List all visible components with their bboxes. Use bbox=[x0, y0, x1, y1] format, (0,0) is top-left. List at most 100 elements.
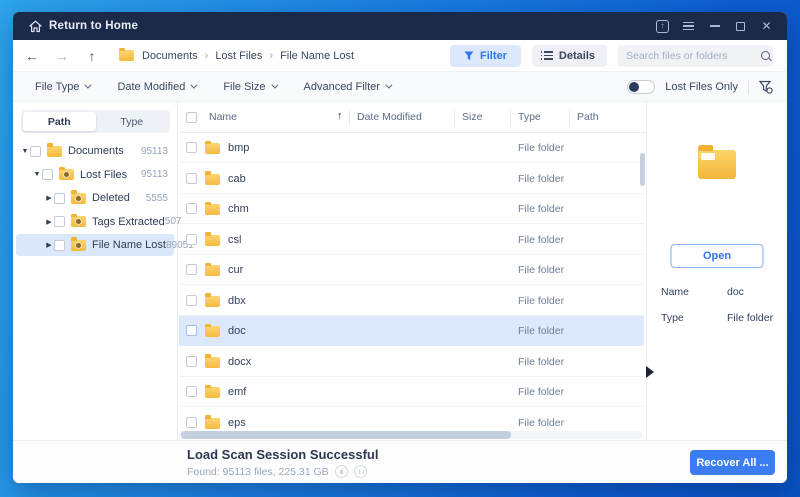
breadcrumb-item[interactable]: Documents bbox=[142, 50, 198, 62]
horizontal-scrollbar-thumb[interactable] bbox=[181, 431, 511, 439]
details-button[interactable]: Details bbox=[531, 44, 607, 67]
lost-files-only-toggle[interactable] bbox=[627, 79, 656, 94]
tree-checkbox[interactable] bbox=[54, 216, 65, 227]
collapse-arrow-icon[interactable]: ▶ bbox=[44, 194, 54, 202]
collapse-arrow-icon[interactable]: ▶ bbox=[44, 218, 54, 226]
up-button[interactable]: ↑ bbox=[77, 48, 107, 64]
expand-arrow-icon[interactable]: ▼ bbox=[20, 148, 30, 155]
tree-item-lost-files[interactable]: ▼ Lost Files 95113 bbox=[16, 164, 174, 186]
row-checkbox[interactable] bbox=[186, 264, 197, 275]
row-checkbox[interactable] bbox=[186, 233, 197, 245]
cell-name: doc bbox=[228, 325, 246, 337]
tree-item-tags-extracted[interactable]: ▶ Tags Extracted 507 bbox=[16, 211, 181, 233]
sidebar-tab-path[interactable]: Path bbox=[23, 112, 96, 131]
breadcrumb-folder-icon bbox=[119, 47, 134, 61]
cell-name: dbx bbox=[228, 294, 246, 307]
sidebar-tab-type[interactable]: Type bbox=[96, 112, 169, 131]
tree-checkbox[interactable] bbox=[54, 239, 65, 251]
table-row[interactable]: chm File folder bbox=[179, 194, 644, 224]
breadcrumb-item[interactable]: File Name Lost bbox=[280, 50, 354, 62]
folder-icon bbox=[205, 171, 220, 185]
folder-icon bbox=[205, 262, 220, 276]
table-row[interactable]: cab File folder bbox=[179, 164, 644, 194]
table-body: bmp File folder cab File folder chm File… bbox=[179, 133, 646, 440]
cell-name: chm bbox=[228, 203, 249, 215]
row-checkbox[interactable] bbox=[186, 142, 197, 153]
table-header: Name ↑ Date Modified Size Type Path bbox=[179, 102, 646, 133]
preview-folder-icon bbox=[698, 145, 736, 179]
row-checkbox[interactable] bbox=[186, 416, 197, 428]
search-icon[interactable] bbox=[761, 51, 770, 60]
status-bar: Load Scan Session Successful Found: 9511… bbox=[13, 440, 787, 483]
sort-ascending-icon[interactable]: ↑ bbox=[337, 110, 343, 122]
folder-icon bbox=[205, 140, 220, 154]
filter-dropdown[interactable]: Advanced Filter bbox=[304, 81, 393, 93]
close-icon[interactable]: ✕ bbox=[760, 19, 773, 33]
column-header-size[interactable]: Size bbox=[462, 111, 482, 123]
forward-button[interactable]: → bbox=[47, 48, 77, 64]
tree-checkbox[interactable] bbox=[54, 192, 65, 204]
tree-checkbox[interactable] bbox=[30, 145, 41, 157]
search-input[interactable] bbox=[626, 49, 761, 62]
row-checkbox[interactable] bbox=[186, 325, 197, 336]
collapse-panel-handle[interactable] bbox=[646, 366, 654, 378]
table-row[interactable]: csl File folder bbox=[179, 225, 644, 255]
row-checkbox[interactable] bbox=[186, 355, 197, 367]
maximize-icon[interactable] bbox=[734, 20, 747, 33]
open-button[interactable]: Open bbox=[670, 244, 764, 268]
recover-all-button[interactable]: Recover All ... bbox=[690, 450, 775, 475]
chevron-down-icon bbox=[270, 81, 278, 89]
collapse-arrow-icon[interactable]: ▶ bbox=[44, 241, 54, 249]
search-box[interactable] bbox=[618, 44, 773, 67]
table-row[interactable]: doc File folder bbox=[179, 316, 644, 346]
table-row[interactable]: cur File folder bbox=[179, 255, 644, 285]
tree-item-file-name-lost[interactable]: ▶ File Name Lost 89051 bbox=[16, 234, 194, 256]
minimize-icon[interactable] bbox=[708, 20, 721, 33]
clear-filter-icon[interactable] bbox=[759, 80, 773, 94]
toggle-knob bbox=[629, 81, 640, 92]
navigation-bar: ← → ↑ Documents › Lost Files › File Name Los… bbox=[13, 40, 787, 72]
row-checkbox[interactable] bbox=[186, 172, 197, 184]
pause-scan-icon[interactable] bbox=[353, 465, 367, 478]
title-bar: Return to Home ↑ ✕ bbox=[13, 12, 787, 40]
detail-fields: Name doc Type File folder bbox=[661, 286, 779, 338]
tree-checkbox[interactable] bbox=[42, 169, 53, 180]
filter-dropdown[interactable]: File Type bbox=[35, 81, 92, 93]
column-header-type[interactable]: Type bbox=[518, 111, 541, 123]
tree-item-deleted[interactable]: ▶ Deleted 5555 bbox=[16, 187, 174, 209]
table-row[interactable]: emf File folder bbox=[179, 377, 644, 407]
tree-item-count: 5555 bbox=[145, 192, 168, 204]
filter-dropdown[interactable]: File Size bbox=[223, 81, 278, 93]
table-row[interactable]: bmp File folder bbox=[179, 133, 644, 163]
filter-dropdown[interactable]: Date Modified bbox=[117, 81, 198, 93]
tags-badge bbox=[75, 218, 82, 225]
detail-field-label: Type bbox=[661, 312, 684, 324]
column-header-path[interactable]: Path bbox=[577, 111, 599, 123]
folder-icon bbox=[205, 354, 220, 368]
column-header-name[interactable]: Name bbox=[209, 111, 237, 123]
row-checkbox[interactable] bbox=[186, 203, 197, 214]
breadcrumb-item[interactable]: Lost Files bbox=[215, 50, 262, 62]
folder-icon bbox=[59, 166, 74, 180]
tree-item-documents[interactable]: ▼ Documents 95113 bbox=[16, 140, 174, 162]
tree-item-label: Tags Extracted bbox=[92, 215, 165, 228]
row-checkbox[interactable] bbox=[186, 294, 197, 306]
column-separator bbox=[510, 110, 511, 125]
filter-button[interactable]: Filter bbox=[450, 44, 521, 67]
upgrade-icon[interactable]: ↑ bbox=[656, 19, 669, 33]
select-all-checkbox[interactable] bbox=[186, 112, 197, 123]
vertical-scrollbar-thumb[interactable] bbox=[640, 153, 645, 186]
table-row[interactable]: dbx File folder bbox=[179, 286, 644, 316]
expand-arrow-icon[interactable]: ▼ bbox=[32, 171, 42, 178]
cell-name: cab bbox=[228, 172, 246, 185]
folder-icon bbox=[205, 415, 220, 429]
row-checkbox[interactable] bbox=[186, 386, 197, 397]
back-button[interactable]: ← bbox=[17, 48, 47, 64]
menu-icon[interactable] bbox=[682, 20, 695, 33]
return-to-home-button[interactable]: Return to Home bbox=[49, 20, 138, 32]
table-row[interactable]: docx File folder bbox=[179, 347, 644, 377]
deleted-badge bbox=[75, 194, 82, 202]
column-header-date-modified[interactable]: Date Modified bbox=[357, 111, 422, 123]
cell-type: File folder bbox=[518, 294, 565, 307]
stop-scan-icon[interactable] bbox=[334, 465, 348, 478]
